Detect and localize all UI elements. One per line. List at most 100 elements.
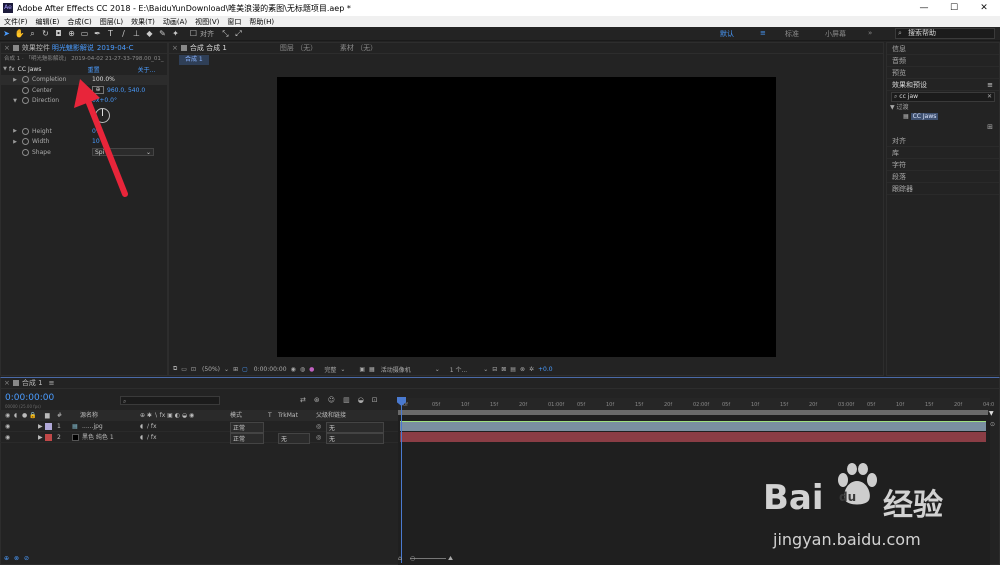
- frame-blending-icon[interactable]: ▥: [343, 396, 350, 404]
- monitor-icon[interactable]: ▭: [181, 366, 187, 373]
- color-channel-icon[interactable]: ●: [309, 366, 314, 373]
- exposure-value[interactable]: +0.0: [538, 366, 553, 373]
- timeline-icon[interactable]: ▤: [510, 366, 516, 373]
- menu-animation[interactable]: 动画(A): [159, 17, 191, 27]
- snap-options-icon[interactable]: ⤢: [233, 28, 244, 39]
- grid-icon[interactable]: ⊞: [233, 366, 238, 373]
- timeline-timecode[interactable]: 0:00:00:00: [5, 393, 54, 403]
- selection-tool-icon[interactable]: ➤: [1, 28, 12, 39]
- transparency-grid-icon[interactable]: ▦: [369, 366, 375, 373]
- menu-effect[interactable]: 效果(T): [127, 17, 159, 27]
- tree-item-row[interactable]: ▦ CC Jaws: [887, 112, 999, 121]
- parent-pickwhip-icon[interactable]: ◎: [316, 421, 321, 432]
- timeline-tab[interactable]: × 合成 1 ≡: [1, 378, 999, 389]
- hand-tool-icon[interactable]: ✋: [14, 28, 25, 39]
- align-checkbox[interactable]: ☐: [188, 28, 199, 39]
- effect-about-link[interactable]: 关于...: [138, 65, 156, 74]
- menu-file[interactable]: 文件(F): [0, 17, 32, 27]
- composition-canvas[interactable]: [277, 77, 776, 357]
- menu-window[interactable]: 窗口: [223, 17, 245, 27]
- workspace-standard[interactable]: 标准: [785, 29, 799, 39]
- maximize-button[interactable]: ☐: [939, 0, 969, 16]
- rotate-tool-icon[interactable]: ↻: [40, 28, 51, 39]
- snapshot-icon[interactable]: ◉: [291, 366, 296, 373]
- zoom-out-icon[interactable]: ⌂: [398, 555, 402, 562]
- effect-collapse-icon[interactable]: ▼: [1, 66, 9, 72]
- puppet-tool-icon[interactable]: ✦: [170, 28, 181, 39]
- panel-tracker[interactable]: 跟踪器: [887, 183, 999, 195]
- layer-label-color[interactable]: [45, 434, 52, 441]
- effect-row[interactable]: ▼ fx CC Jaws 重置 关于...: [1, 64, 167, 75]
- effect-controls-tab[interactable]: × 效果控件 明光魅影解说 2019-04-C: [1, 43, 167, 54]
- panel-effects-presets[interactable]: 效果和预设 ≡: [887, 79, 999, 91]
- stopwatch-icon[interactable]: [22, 138, 29, 146]
- effect-reset-link[interactable]: 重置: [88, 65, 138, 74]
- panel-library[interactable]: 库: [887, 147, 999, 159]
- viewer-timecode[interactable]: 0:00:00:00: [254, 366, 287, 373]
- motion-blur-icon[interactable]: ◒: [358, 396, 364, 404]
- roi-icon[interactable]: ▣: [359, 366, 365, 373]
- resolution-dropdown[interactable]: 完整: [324, 365, 336, 374]
- column-parent[interactable]: 父级和链接: [316, 410, 346, 421]
- layer-search-field[interactable]: ⌕: [120, 396, 220, 405]
- toggle-pixel-icon[interactable]: ⊟: [492, 366, 497, 373]
- eye-icon[interactable]: ◉: [5, 421, 10, 432]
- camera-dropdown[interactable]: 活动摄像机: [381, 365, 411, 374]
- panel-align[interactable]: 对齐: [887, 135, 999, 147]
- layer-name[interactable]: ......jpg: [82, 421, 103, 432]
- comp-mini-flowchart-icon[interactable]: ⇄: [300, 396, 306, 404]
- layer-switches-icons[interactable]: ◖ ∕ fx: [140, 432, 157, 443]
- toggle-modes-icon[interactable]: ⊗: [14, 555, 19, 562]
- panel-info[interactable]: 信息: [887, 43, 999, 55]
- clear-search-icon[interactable]: ✕: [987, 93, 992, 101]
- mask-icon[interactable]: ⊡: [191, 366, 196, 373]
- snap-icon[interactable]: ⤡: [220, 28, 231, 39]
- stopwatch-icon[interactable]: [22, 148, 29, 156]
- toggle-render-icon[interactable]: ⊘: [24, 555, 29, 562]
- zoom-slider-handle[interactable]: ○: [410, 555, 415, 562]
- stopwatch-icon[interactable]: [22, 97, 29, 105]
- draft-3d-icon[interactable]: ⊛: [314, 396, 320, 404]
- panel-menu-icon[interactable]: ≡: [987, 79, 993, 91]
- camera-tool-icon[interactable]: ◘: [53, 28, 64, 39]
- pan-behind-tool-icon[interactable]: ⊕: [66, 28, 77, 39]
- roto-brush-tool-icon[interactable]: ✎: [157, 28, 168, 39]
- column-mode[interactable]: 模式: [230, 410, 242, 421]
- new-preset-icon[interactable]: ⊞: [987, 123, 993, 131]
- workspace-more-button[interactable]: »: [868, 29, 872, 37]
- zoom-dropdown[interactable]: (50%): [202, 366, 220, 373]
- pen-tool-icon[interactable]: ✒: [92, 28, 103, 39]
- fast-preview-icon[interactable]: ⊠: [501, 366, 506, 373]
- type-tool-icon[interactable]: T: [105, 28, 116, 39]
- composition-breadcrumb[interactable]: 合成 1: [179, 55, 209, 65]
- tree-category-row[interactable]: ▼ 过渡: [887, 103, 999, 112]
- tab-footage[interactable]: 素材 （无）: [340, 43, 377, 53]
- workspace-small-screen[interactable]: 小屏幕: [825, 29, 846, 39]
- stopwatch-icon[interactable]: [22, 127, 29, 135]
- workspace-default[interactable]: 默认: [720, 29, 734, 39]
- layer-row-2[interactable]: ◉ ▶ 2 黑色 纯色 1 ◖ ∕ fx 正常 无 ◎ 无: [0, 432, 400, 444]
- eye-icon[interactable]: ◉: [5, 432, 10, 443]
- menu-layer[interactable]: 图层(L): [96, 17, 127, 27]
- panel-paragraph[interactable]: 段落: [887, 171, 999, 183]
- layer-row-1[interactable]: ◉ ▶ 1 ▦ ......jpg ◖ ∕ fx 正常 ◎ 无: [0, 421, 400, 433]
- layer-2-duration-bar[interactable]: [400, 432, 986, 442]
- layer-trkmat-dropdown[interactable]: 无: [278, 433, 310, 444]
- flowchart-icon[interactable]: ⊗: [520, 366, 525, 373]
- layer-label-color[interactable]: [45, 423, 52, 430]
- expand-layer-icon[interactable]: ▶: [38, 421, 43, 432]
- panel-character[interactable]: 字符: [887, 159, 999, 171]
- graph-editor-icon[interactable]: ⊡: [372, 396, 378, 404]
- panel-preview[interactable]: 预览: [887, 67, 999, 79]
- tab-layer[interactable]: 图层 （无）: [280, 43, 340, 53]
- fx-icon[interactable]: fx: [9, 66, 15, 73]
- layer-switches-icons[interactable]: ◖ ∕ fx: [140, 421, 157, 432]
- effects-search-field[interactable]: ⌕ cc jaw ✕: [891, 92, 995, 102]
- layer-keyframe-nav-icon[interactable]: ⊙: [990, 421, 995, 428]
- brush-tool-icon[interactable]: ∕: [118, 28, 129, 39]
- close-window-button[interactable]: ✕: [969, 0, 999, 16]
- layer-1-duration-bar[interactable]: [400, 421, 986, 431]
- eraser-tool-icon[interactable]: ◆: [144, 28, 155, 39]
- tab-composition[interactable]: 合成 合成 1: [190, 43, 280, 53]
- panel-audio[interactable]: 音频: [887, 55, 999, 67]
